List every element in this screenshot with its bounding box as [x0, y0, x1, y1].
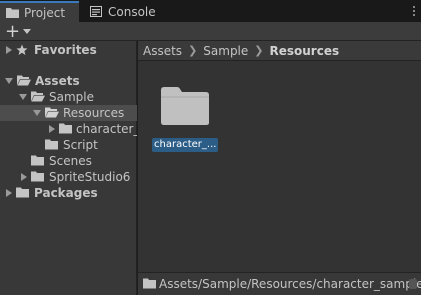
- tree-item-label: Scenes: [49, 154, 92, 168]
- tree-item-resources[interactable]: Resources: [0, 105, 137, 121]
- chevron-right-icon[interactable]: [6, 189, 12, 197]
- tree-item-spritestudio6[interactable]: SpriteStudio6: [0, 169, 137, 185]
- chevron-right-icon[interactable]: [6, 46, 12, 54]
- star-icon: [16, 44, 30, 56]
- breadcrumb-sample[interactable]: Sample: [203, 44, 248, 58]
- chevron-right-icon[interactable]: [21, 173, 27, 181]
- tab-bar: Project Console: [0, 0, 421, 22]
- asset-browser: Assets ❯ Sample ❯ Resources character_..…: [138, 41, 421, 295]
- tree-item-label: Assets: [35, 74, 80, 88]
- tree-item-script[interactable]: Script: [0, 137, 137, 153]
- folder-icon: [31, 155, 45, 167]
- folder-icon: [59, 123, 72, 135]
- folder-icon: [143, 278, 156, 290]
- tree-item-assets[interactable]: Assets: [0, 73, 137, 89]
- breadcrumb-resources[interactable]: Resources: [270, 44, 340, 58]
- tree-item-scenes[interactable]: Scenes: [0, 153, 137, 169]
- console-icon: [90, 5, 103, 18]
- folder-icon: [160, 86, 210, 126]
- chevron-right-icon: ❯: [188, 44, 198, 57]
- tree-item-label: Sample: [49, 90, 94, 104]
- breadcrumb-assets[interactable]: Assets: [143, 44, 182, 58]
- tab-label: Console: [108, 4, 156, 19]
- chevron-down-icon[interactable]: [5, 78, 13, 84]
- tree-item-label: Packages: [34, 186, 98, 200]
- size-slider-handle[interactable]: [409, 279, 417, 289]
- folder-icon: [45, 139, 59, 151]
- project-tree: Favorites Assets Sample Resources charac…: [0, 41, 137, 295]
- tree-item-label: Script: [63, 138, 98, 152]
- folder-open-icon: [45, 107, 59, 119]
- chevron-down-icon: [23, 29, 32, 34]
- folder-icon: [31, 171, 45, 183]
- asset-label: character_...: [152, 138, 218, 152]
- plus-icon: +: [5, 20, 21, 42]
- tab-console[interactable]: Console: [84, 1, 174, 22]
- tree-item-label: SpriteStudio6: [49, 170, 131, 184]
- folder-open-icon: [17, 75, 31, 87]
- chevron-right-icon: ❯: [254, 44, 264, 57]
- folder-icon: [16, 187, 30, 199]
- tree-item-character[interactable]: character_: [0, 121, 137, 137]
- breadcrumb: Assets ❯ Sample ❯ Resources: [138, 41, 421, 61]
- chevron-right-icon[interactable]: [49, 125, 55, 133]
- tab-label: Project: [24, 5, 66, 20]
- tree-item-packages[interactable]: Packages: [0, 185, 137, 201]
- folder-open-icon: [31, 91, 45, 103]
- toolbar: +: [0, 22, 421, 41]
- tree-item-favorites[interactable]: Favorites: [0, 42, 137, 58]
- tree-item-label: Resources: [63, 106, 125, 120]
- chevron-down-icon[interactable]: [19, 94, 27, 100]
- tree-item-label: Favorites: [34, 43, 97, 57]
- status-bar: Assets/Sample/Resources/character_sample…: [138, 272, 421, 295]
- status-path: Assets/Sample/Resources/character_sample…: [159, 277, 421, 291]
- create-button[interactable]: +: [5, 20, 35, 42]
- tab-project[interactable]: Project: [0, 1, 79, 22]
- more-options-icon[interactable]: [403, 6, 415, 16]
- chevron-down-icon[interactable]: [33, 110, 41, 116]
- tree-item-sample[interactable]: Sample: [0, 89, 137, 105]
- asset-tile[interactable]: character_...: [152, 86, 218, 154]
- folder-icon: [6, 7, 19, 19]
- tree-item-label: character_: [76, 122, 137, 136]
